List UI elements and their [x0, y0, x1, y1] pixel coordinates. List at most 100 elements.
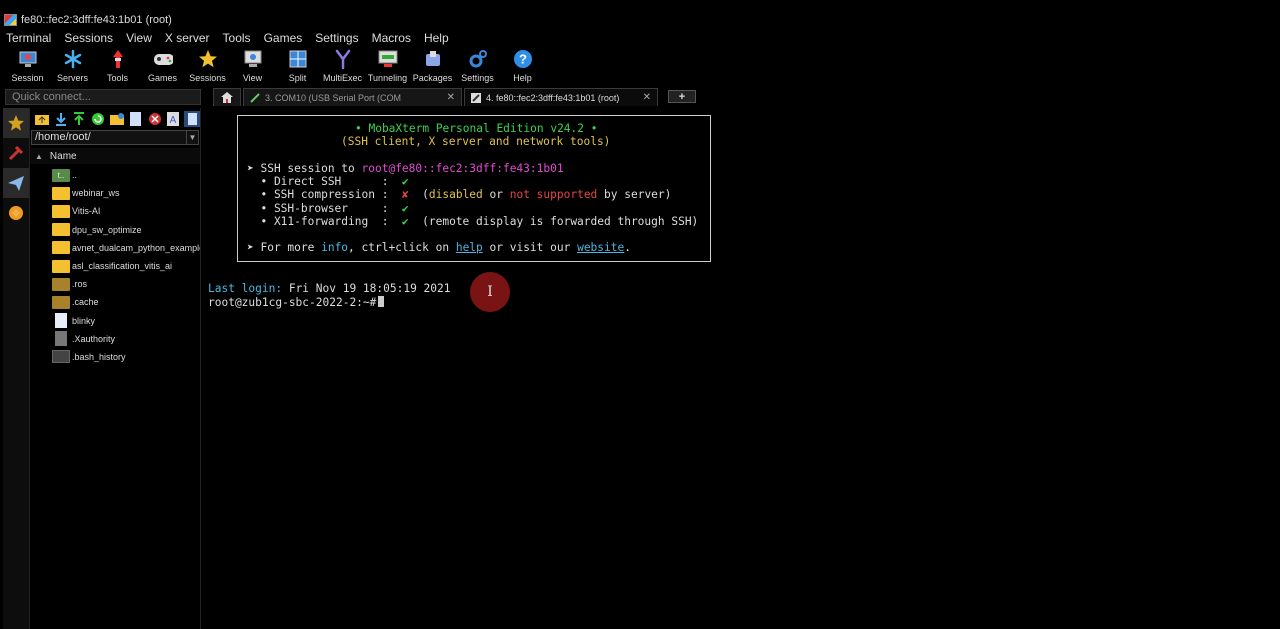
parent-folder-icon[interactable] — [34, 111, 50, 127]
list-item[interactable]: .ros — [30, 275, 200, 293]
new-folder-icon[interactable] — [109, 111, 125, 127]
tools-button[interactable]: Tools — [95, 47, 140, 83]
close-tab-icon[interactable]: ✕ — [643, 92, 651, 103]
last-login-line: Last login: Fri Nov 19 18:05:19 2021 — [208, 282, 451, 295]
plus-icon: + — [678, 90, 686, 103]
view-icon — [243, 49, 263, 69]
direct-ssh-line: • Direct SSH : ✔ — [247, 175, 409, 188]
parent-dir-icon: t.. — [52, 168, 70, 182]
upload-icon[interactable] — [72, 111, 88, 127]
check-icon: ✔ — [401, 175, 409, 188]
view-button[interactable]: View — [230, 47, 275, 83]
games-icon — [153, 49, 173, 69]
games-button[interactable]: Games — [140, 47, 185, 83]
path-field[interactable]: /home/root/ ▼ — [31, 130, 199, 145]
terminal-area[interactable]: • MobaXterm Personal Edition v24.2 • (SS… — [204, 106, 1280, 629]
folder-icon — [52, 223, 70, 237]
sessions-button[interactable]: Sessions — [185, 47, 230, 83]
path-dropdown-icon[interactable]: ▼ — [186, 131, 198, 144]
session-button[interactable]: Session — [5, 47, 50, 83]
list-item[interactable]: t.... — [30, 166, 200, 184]
svg-text:A: A — [170, 115, 177, 126]
main-toolbar: Session Servers Tools Games Sessions Vie… — [0, 47, 1280, 85]
serial-port-icon — [250, 92, 260, 103]
sidebar-macros-button[interactable] — [3, 198, 29, 228]
mobaxterm-app-icon — [4, 14, 17, 26]
compression-line: • SSH compression : ✘ (disabled or not s… — [247, 188, 672, 201]
help-link[interactable]: help — [456, 241, 483, 254]
new-tab-button[interactable]: + — [668, 90, 696, 103]
split-button[interactable]: Split — [275, 47, 320, 83]
folder-icon — [52, 204, 70, 218]
svg-text:?: ? — [519, 52, 527, 67]
list-item[interactable]: Vitis-AI — [30, 202, 200, 220]
ibeam-cursor-icon: I — [487, 284, 493, 300]
menu-tools[interactable]: Tools — [223, 31, 251, 45]
menu-games[interactable]: Games — [264, 31, 303, 45]
tab-com10[interactable]: 3. COM10 (USB Serial Port (COM ✕ — [243, 88, 462, 106]
new-file-icon[interactable] — [128, 111, 144, 127]
menu-help[interactable]: Help — [424, 31, 449, 45]
tools-icon — [108, 49, 128, 69]
menu-view[interactable]: View — [126, 31, 152, 45]
servers-button[interactable]: Servers — [50, 47, 95, 83]
list-item[interactable]: webinar_ws — [30, 184, 200, 202]
sidebar-tools-button[interactable] — [3, 138, 29, 168]
name-column-header[interactable]: ▲ Name — [30, 148, 200, 164]
list-item[interactable]: asl_classification_vitis_ai — [30, 257, 200, 275]
menu-bar: Terminal Sessions View X server Tools Ga… — [0, 30, 1280, 46]
list-item[interactable]: blinky — [30, 312, 200, 330]
split-icon — [288, 49, 308, 69]
website-link[interactable]: website — [577, 241, 624, 254]
macro-icon — [9, 206, 23, 220]
rename-icon[interactable]: A — [165, 111, 181, 127]
tunneling-button[interactable]: Tunneling — [365, 47, 410, 83]
menu-settings[interactable]: Settings — [315, 31, 358, 45]
ssh-session-line: ➤ SSH session to root@fe80::fec2:3dff:fe… — [247, 162, 564, 175]
quick-connect-input[interactable]: Quick connect... — [5, 89, 201, 105]
tab-ssh-session[interactable]: 4. fe80::fec2:3dff:fe43:1b01 (root) ✕ — [464, 88, 658, 106]
ssh-browser-line: • SSH-browser : ✔ — [247, 202, 409, 215]
multiexec-icon — [333, 49, 353, 69]
packages-icon — [423, 49, 443, 69]
check-icon: ✔ — [401, 202, 409, 215]
list-item[interactable]: .cache — [30, 293, 200, 311]
text-cursor — [378, 296, 385, 307]
delete-icon[interactable] — [147, 111, 163, 127]
follow-terminal-icon[interactable] — [184, 111, 201, 127]
home-tab[interactable] — [213, 88, 241, 106]
hidden-folder-icon — [52, 295, 70, 309]
tools-icon — [8, 145, 24, 161]
sidebar-sftp-button[interactable] — [3, 168, 29, 198]
window-title: fe80::fec2:3dff:fe43:1b01 (root) — [21, 14, 172, 26]
sort-ascending-icon: ▲ — [35, 151, 43, 161]
menu-sessions[interactable]: Sessions — [64, 31, 113, 45]
menu-macros[interactable]: Macros — [372, 31, 411, 45]
refresh-icon[interactable] — [90, 111, 106, 127]
home-icon — [221, 92, 233, 103]
download-icon[interactable] — [53, 111, 69, 127]
session-icon — [18, 49, 38, 69]
menu-terminal[interactable]: Terminal — [6, 31, 51, 45]
tunneling-icon — [378, 49, 398, 69]
list-item[interactable]: .bash_history — [30, 348, 200, 366]
session-tabs: 3. COM10 (USB Serial Port (COM ✕ 4. fe80… — [213, 88, 696, 106]
help-button[interactable]: ? Help — [500, 47, 545, 83]
hidden-file-icon — [55, 331, 67, 347]
sidebar-strip — [3, 108, 30, 629]
sidebar-sessions-button[interactable] — [3, 108, 29, 138]
folder-icon — [52, 241, 70, 255]
multiexec-button[interactable]: MultiExec — [320, 47, 365, 83]
packages-button[interactable]: Packages — [410, 47, 455, 83]
list-item[interactable]: .Xauthority — [30, 330, 200, 348]
list-item[interactable]: dpu_sw_optimize — [30, 221, 200, 239]
settings-button[interactable]: Settings — [455, 47, 500, 83]
sftp-browser: A /home/root/ ▼ ▲ Name t.... webinar_ws … — [30, 108, 201, 629]
menu-xserver[interactable]: X server — [165, 31, 210, 45]
mouse-pointer-highlight: I — [470, 272, 510, 312]
file-icon — [55, 313, 67, 329]
list-item[interactable]: avnet_dualcam_python_example — [30, 239, 200, 257]
close-tab-icon[interactable]: ✕ — [447, 92, 455, 103]
banner-subtitle: (SSH client, X server and network tools) — [341, 135, 611, 148]
welcome-banner: • MobaXterm Personal Edition v24.2 • (SS… — [237, 115, 711, 262]
